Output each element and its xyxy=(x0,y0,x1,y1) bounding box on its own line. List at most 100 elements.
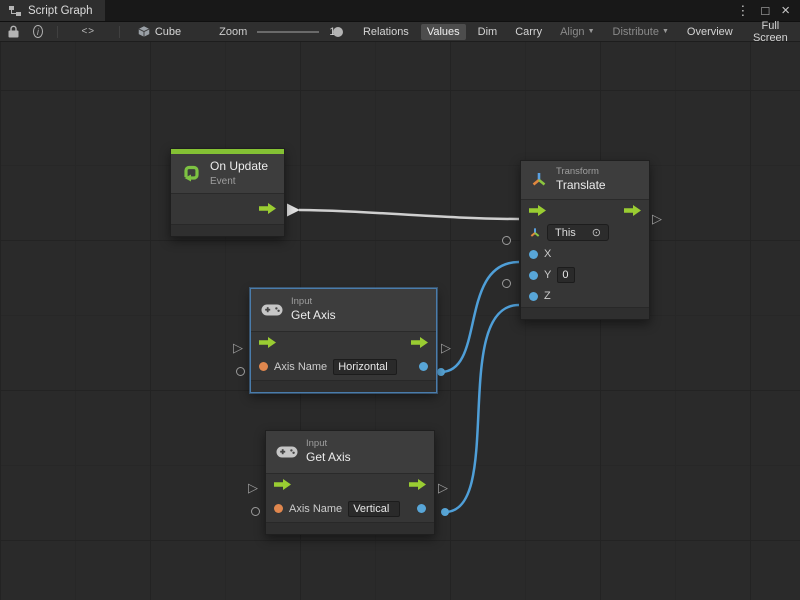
carry-button[interactable]: Carry xyxy=(509,24,548,40)
node-title: Translate xyxy=(556,178,606,194)
target-row: This ⊙ xyxy=(521,222,649,244)
chevron-down-icon: ▼ xyxy=(662,28,669,35)
node-get-axis-horizontal[interactable]: Input Get Axis Axis Name xyxy=(250,288,437,393)
align-dropdown[interactable]: Align ▼ xyxy=(554,24,600,40)
flow-port-triangle-icon[interactable]: ▷ xyxy=(248,481,258,494)
node-footer xyxy=(266,522,434,534)
object-picker-icon[interactable]: ⊙ xyxy=(592,226,601,239)
flow-arrow-icon[interactable] xyxy=(259,337,276,348)
axis-name-label: Axis Name xyxy=(274,361,327,373)
value-output-dot[interactable] xyxy=(417,504,426,513)
port-label-x: X xyxy=(544,248,551,260)
maximize-icon[interactable]: □ xyxy=(761,4,769,17)
port-row-z: Z xyxy=(521,286,649,307)
object-chip[interactable]: Cube xyxy=(130,25,189,38)
axis-name-input[interactable] xyxy=(348,501,400,517)
axis-name-row: Axis Name xyxy=(266,496,434,522)
flow-port-triangle-icon[interactable]: ▷ xyxy=(441,341,451,354)
cube-icon xyxy=(138,25,150,38)
flow-arrow-icon[interactable] xyxy=(624,205,641,216)
value-output-dot[interactable] xyxy=(419,362,428,371)
flow-port-triangle-icon[interactable]: ▷ xyxy=(652,212,662,225)
wire-endpoint-dot xyxy=(437,368,445,376)
node-category: Input xyxy=(291,296,336,308)
transform-icon xyxy=(530,171,548,189)
node-header: On Update Event xyxy=(171,154,284,194)
graph-toolbar: i <> Cube Zoom 1x Relations Values Dim C… xyxy=(0,22,800,42)
wire-endpoint-dot xyxy=(441,508,449,516)
tab-title: Script Graph xyxy=(28,5,93,17)
value-port-dot[interactable] xyxy=(529,271,538,280)
flow-wire-arrowhead xyxy=(287,204,300,217)
on-update-icon xyxy=(180,162,202,184)
node-on-update-event[interactable]: On Update Event xyxy=(170,148,285,237)
flow-arrow-icon[interactable] xyxy=(259,203,276,214)
zoom-slider[interactable] xyxy=(257,25,319,39)
node-header: Input Get Axis xyxy=(266,431,434,474)
lock-icon[interactable] xyxy=(4,25,23,38)
zoom-label: Zoom xyxy=(219,26,247,38)
value-wire-vertical-to-z[interactable] xyxy=(445,305,519,512)
flow-row xyxy=(521,200,649,222)
flow-arrow-icon[interactable] xyxy=(274,479,291,490)
flow-port-triangle-icon[interactable]: ▷ xyxy=(438,481,448,494)
port-label-z: Z xyxy=(544,290,551,302)
graph-canvas[interactable]: ▷ ▷ ▷ ▷ ▷ On Update Event xyxy=(0,42,800,600)
code-icon[interactable]: <> xyxy=(77,26,99,37)
string-port-dot[interactable] xyxy=(274,504,283,513)
overview-button[interactable]: Overview xyxy=(681,24,739,40)
y-value-input[interactable] xyxy=(557,267,575,283)
value-port-circle[interactable] xyxy=(502,279,511,288)
flow-output-row xyxy=(171,194,284,224)
value-port-dot[interactable] xyxy=(529,292,538,301)
zoom-slider-track xyxy=(257,31,319,33)
graph-icon xyxy=(8,5,22,17)
chevron-down-icon: ▼ xyxy=(588,28,595,35)
flow-arrow-icon[interactable] xyxy=(409,479,426,490)
node-header: Transform Translate xyxy=(521,161,649,200)
node-transform-translate[interactable]: Transform Translate This ⊙ xyxy=(520,160,650,320)
this-object-field[interactable]: This ⊙ xyxy=(547,224,609,241)
relations-button[interactable]: Relations xyxy=(357,24,415,40)
flow-arrow-icon[interactable] xyxy=(529,205,546,216)
dim-button[interactable]: Dim xyxy=(472,24,504,40)
value-port-dot[interactable] xyxy=(529,250,538,259)
node-category: Transform xyxy=(556,166,606,178)
flow-wire[interactable] xyxy=(299,210,519,219)
close-icon[interactable]: × xyxy=(781,3,790,18)
flow-row xyxy=(266,474,434,496)
port-label-y: Y xyxy=(544,269,551,281)
window-tab-bar: Script Graph ⋮ □ × xyxy=(0,0,800,22)
flow-row xyxy=(251,332,436,354)
distribute-dropdown[interactable]: Distribute ▼ xyxy=(607,24,675,40)
script-graph-window: Script Graph ⋮ □ × i <> Cube Zoom 1x Rel… xyxy=(0,0,800,600)
node-title: Get Axis xyxy=(291,308,336,324)
value-port-circle[interactable] xyxy=(502,236,511,245)
flow-arrow-icon[interactable] xyxy=(411,337,428,348)
toolbar-separator xyxy=(57,26,58,38)
node-title: Get Axis xyxy=(306,450,351,466)
node-footer xyxy=(171,224,284,236)
node-title: On Update xyxy=(210,159,268,175)
string-port-dot[interactable] xyxy=(259,362,268,371)
port-row-x: X xyxy=(521,244,649,265)
port-row-y: Y xyxy=(521,265,649,286)
distribute-label: Distribute xyxy=(613,26,659,38)
toolbar-separator xyxy=(119,26,120,38)
node-get-axis-vertical[interactable]: Input Get Axis Axis Name xyxy=(265,430,435,535)
values-button[interactable]: Values xyxy=(421,24,466,40)
transform-mini-icon xyxy=(529,227,541,239)
value-port-circle[interactable] xyxy=(251,507,260,516)
node-category: Input xyxy=(306,438,351,450)
zoom-slider-handle[interactable] xyxy=(333,27,343,37)
info-icon[interactable]: i xyxy=(33,25,43,38)
axis-name-input[interactable] xyxy=(333,359,397,375)
node-subtitle: Event xyxy=(210,175,268,188)
axis-name-row: Axis Name xyxy=(251,354,436,380)
tab-script-graph[interactable]: Script Graph xyxy=(0,0,105,21)
node-footer xyxy=(521,307,649,319)
kebab-menu-icon[interactable]: ⋮ xyxy=(736,4,749,17)
value-port-circle[interactable] xyxy=(236,367,245,376)
flow-port-triangle-icon[interactable]: ▷ xyxy=(233,341,243,354)
node-footer xyxy=(251,380,436,392)
